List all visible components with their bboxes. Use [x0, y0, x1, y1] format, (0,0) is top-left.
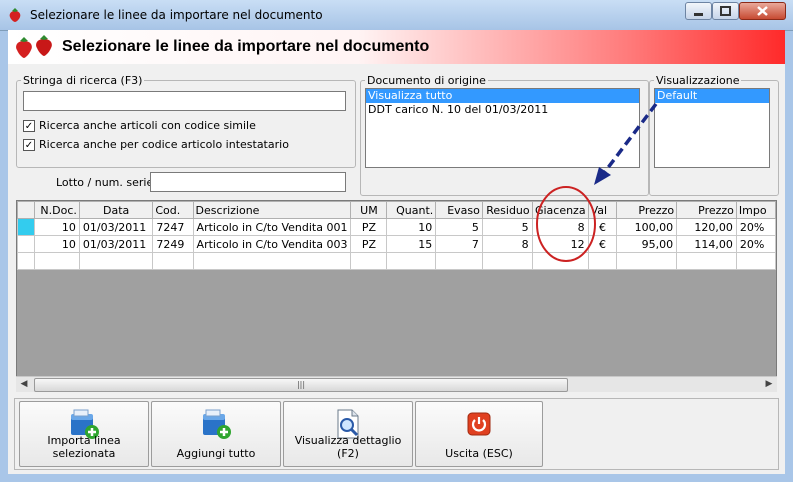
col-header-um[interactable]: UM — [350, 201, 388, 219]
col-header-imposta[interactable]: Impo — [735, 201, 776, 219]
col-header-descrizione[interactable]: Descrizione — [192, 201, 352, 219]
col-header-evaso[interactable]: Evaso — [435, 201, 483, 219]
cell-prezzo-ivato[interactable]: 120,00 — [676, 218, 737, 236]
add-all-label: Aggiungi tutto — [176, 447, 256, 460]
col-header-cod[interactable]: Cod. — [152, 201, 194, 219]
cell-giacenza[interactable]: 12 — [531, 235, 589, 253]
holder-code-checkbox[interactable]: ✓ Ricerca anche per codice articolo inte… — [23, 138, 289, 151]
cell-descrizione[interactable]: Articolo in C/to Vendita 001 — [192, 218, 352, 236]
cell-prezzo[interactable]: 95,00 — [616, 235, 678, 253]
cell-data[interactable]: 01/03/2011 — [78, 235, 154, 253]
similar-code-label: Ricerca anche articoli con codice simile — [39, 119, 256, 132]
strawberry-icon — [8, 7, 22, 26]
cell-descrizione[interactable]: Articolo in C/to Vendita 003 — [192, 235, 352, 253]
strawberries-icon — [12, 34, 58, 63]
table-row-empty[interactable] — [17, 252, 776, 270]
import-selected-button[interactable]: Importa linea selezionata — [19, 401, 149, 467]
cell-ndoc[interactable]: 10 — [33, 218, 80, 236]
lines-table: N.Doc. Data Cod. Descrizione UM Quant. E… — [17, 201, 776, 270]
lines-grid[interactable]: N.Doc. Data Cod. Descrizione UM Quant. E… — [16, 200, 777, 392]
maximize-button[interactable] — [712, 2, 739, 20]
col-header-prezzo[interactable]: Prezzo — [616, 201, 678, 219]
window-title: Selezionare le linee da importare nel do… — [30, 8, 323, 22]
view-detail-button[interactable]: Visualizza dettaglio (F2) — [283, 401, 413, 467]
col-header-data[interactable]: Data — [78, 201, 154, 219]
cell-um[interactable]: PZ — [350, 218, 388, 236]
horizontal-scrollbar[interactable]: ◀ ||| ▶ — [16, 376, 777, 392]
row-indicator-header — [17, 201, 35, 219]
cell-prezzo-ivato[interactable]: 114,00 — [676, 235, 737, 253]
title-bar: Selezionare le linee da importare nel do… — [0, 0, 793, 31]
header-row: N.Doc. Data Cod. Descrizione UM Quant. E… — [17, 201, 776, 219]
cell-prezzo[interactable]: 100,00 — [616, 218, 678, 236]
cell-val[interactable]: € — [587, 235, 618, 253]
view-list[interactable]: Default — [654, 88, 770, 168]
cell-evaso[interactable]: 5 — [435, 218, 483, 236]
checkbox-checked-icon[interactable]: ✓ — [23, 138, 35, 151]
cell-quant[interactable]: 10 — [386, 218, 437, 236]
header-banner: Selezionare le linee da importare nel do… — [8, 30, 785, 64]
search-input[interactable] — [23, 91, 346, 111]
row-selector[interactable] — [17, 235, 35, 253]
view-legend: Visualizzazione — [656, 74, 740, 87]
page-title: Selezionare le linee da importare nel do… — [62, 38, 430, 55]
table-row[interactable]: 10 01/03/2011 7249 Articolo in C/to Vend… — [17, 235, 776, 253]
cell-ndoc[interactable]: 10 — [33, 235, 80, 253]
col-header-ndoc[interactable]: N.Doc. — [33, 201, 80, 219]
power-icon — [463, 408, 495, 443]
origin-list[interactable]: Visualizza tutto DDT carico N. 10 del 01… — [365, 88, 640, 168]
exit-button[interactable]: Uscita (ESC) — [415, 401, 543, 467]
col-header-prezzo-ivato[interactable]: Prezzo — [676, 201, 737, 219]
holder-code-label: Ricerca anche per codice articolo intest… — [39, 138, 289, 151]
cell-giacenza[interactable]: 8 — [531, 218, 589, 236]
cell-residuo[interactable]: 5 — [481, 218, 533, 236]
lotto-input[interactable] — [150, 172, 346, 192]
dialog-client-area: Selezionare le linee da importare nel do… — [8, 30, 785, 474]
cell-imposta[interactable]: 20% — [735, 218, 776, 236]
close-button[interactable] — [739, 2, 786, 20]
cell-val[interactable]: € — [587, 218, 618, 236]
import-selected-label: Importa linea selezionata — [47, 434, 121, 460]
search-legend: Stringa di ricerca (F3) — [23, 74, 143, 87]
checkbox-checked-icon[interactable]: ✓ — [23, 119, 35, 132]
add-all-button[interactable]: Aggiungi tutto — [151, 401, 281, 467]
list-item[interactable]: Default — [655, 89, 769, 103]
cell-quant[interactable]: 15 — [386, 235, 437, 253]
scroll-left-icon[interactable]: ◀ — [16, 377, 32, 392]
table-row[interactable]: 10 01/03/2011 7247 Articolo in C/to Vend… — [17, 218, 776, 236]
scrollbar-thumb[interactable]: ||| — [34, 378, 568, 392]
add-all-icon — [200, 408, 232, 443]
lotto-label: Lotto / num. serie : — [56, 176, 161, 189]
list-item[interactable]: Visualizza tutto — [366, 89, 639, 103]
cell-cod[interactable]: 7249 — [152, 235, 194, 253]
origin-legend: Documento di origine — [367, 74, 486, 87]
cell-residuo[interactable]: 8 — [481, 235, 533, 253]
col-header-quant[interactable]: Quant. — [386, 201, 437, 219]
cell-imposta[interactable]: 20% — [735, 235, 776, 253]
exit-label: Uscita (ESC) — [445, 447, 513, 460]
cell-um[interactable]: PZ — [350, 235, 388, 253]
col-header-val[interactable]: Val — [587, 201, 618, 219]
action-toolbar: Importa linea selezionata Aggiungi tutto… — [14, 398, 779, 470]
view-detail-label: Visualizza dettaglio (F2) — [294, 434, 402, 460]
cell-evaso[interactable]: 7 — [435, 235, 483, 253]
list-item[interactable]: DDT carico N. 10 del 01/03/2011 — [366, 103, 639, 117]
minimize-button[interactable] — [685, 2, 712, 20]
cell-data[interactable]: 01/03/2011 — [78, 218, 154, 236]
similar-code-checkbox[interactable]: ✓ Ricerca anche articoli con codice simi… — [23, 119, 256, 132]
cell-cod[interactable]: 7247 — [152, 218, 194, 236]
row-selector[interactable] — [17, 218, 35, 236]
scroll-right-icon[interactable]: ▶ — [761, 377, 777, 392]
col-header-giacenza[interactable]: Giacenza — [531, 201, 589, 219]
col-header-residuo[interactable]: Residuo — [481, 201, 533, 219]
